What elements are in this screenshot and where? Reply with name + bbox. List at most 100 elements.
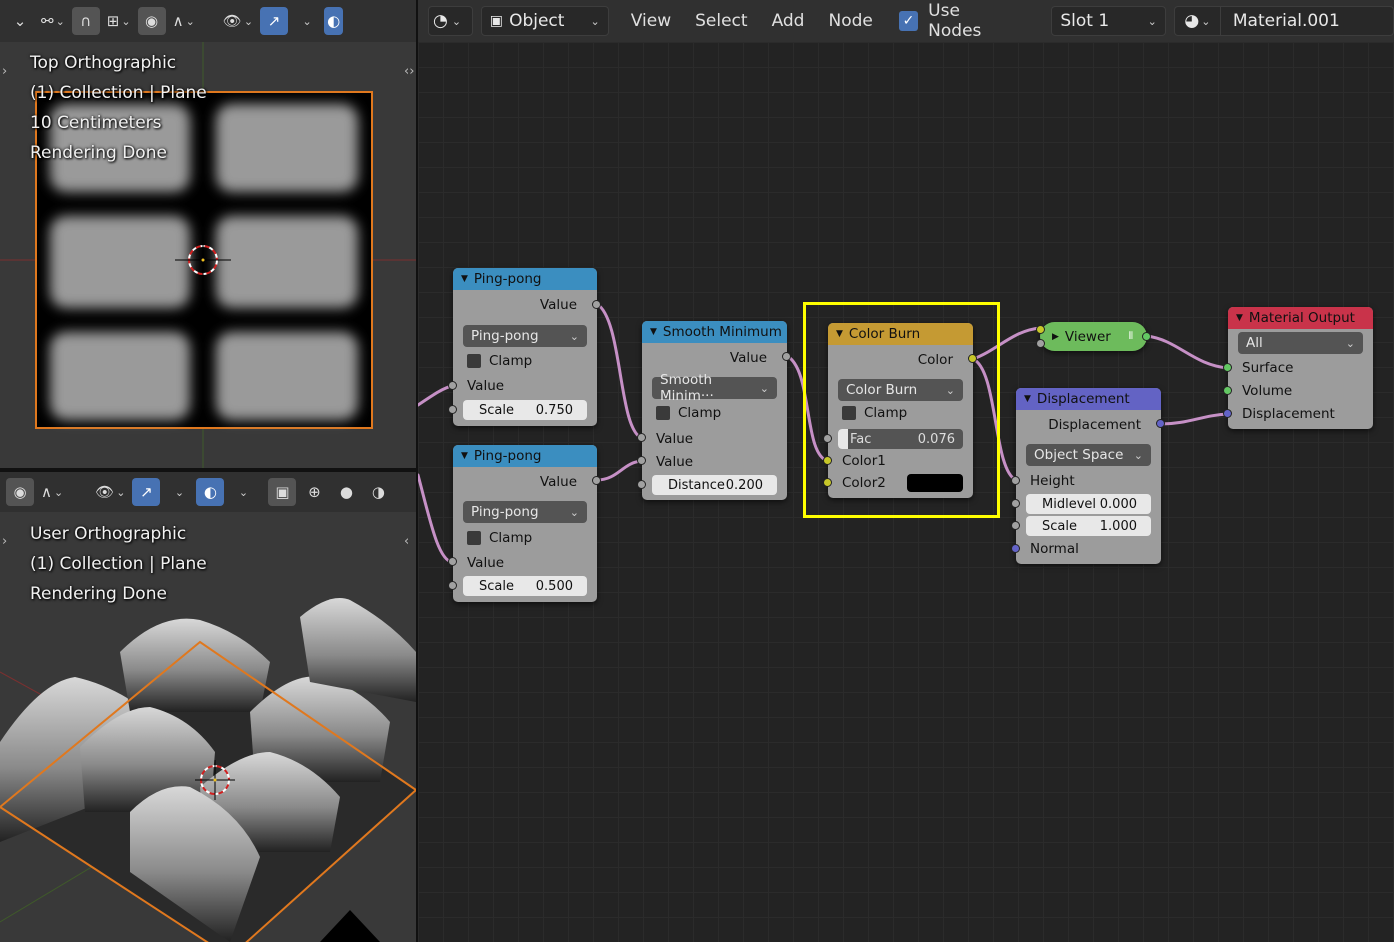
input-socket-row: Surface bbox=[1228, 357, 1373, 379]
input-socket[interactable] bbox=[1011, 544, 1020, 553]
clamp-row[interactable]: Clamp bbox=[453, 350, 597, 372]
clamp-checkbox[interactable] bbox=[842, 406, 856, 420]
top-viewport[interactable]: ⌄ ⚯ ⌄ ∩ ⊞ ⌄ ◉ ∧ ⌄ 👁 ⌄ ↗ ⌄ ◐ › ‹› Top Ort… bbox=[0, 0, 416, 468]
output-socket[interactable] bbox=[592, 476, 601, 485]
input-socket[interactable] bbox=[637, 480, 646, 489]
collapse-triangle-icon[interactable]: ▼ bbox=[461, 274, 468, 284]
output-socket-row: Displacement bbox=[1016, 414, 1161, 436]
collapse-triangle-icon[interactable]: ▼ bbox=[1236, 313, 1243, 323]
input-socket[interactable] bbox=[1011, 476, 1020, 485]
gizmo-chevron-icon[interactable]: ⌄ bbox=[292, 7, 320, 35]
color2-swatch[interactable] bbox=[907, 474, 963, 492]
collapse-triangle-icon[interactable]: ▼ bbox=[836, 329, 843, 339]
output-socket[interactable] bbox=[1142, 332, 1151, 341]
node-title: Smooth Minimum bbox=[662, 324, 782, 340]
operation-dropdown[interactable]: Smooth Minim··· ⌄ bbox=[652, 372, 777, 404]
operation-dropdown[interactable]: Ping-pong ⌄ bbox=[463, 325, 587, 347]
visibility-eye-icon[interactable]: 👁 ⌄ bbox=[92, 478, 128, 506]
node-header[interactable]: ▼ Displacement bbox=[1016, 388, 1161, 410]
material-shading-icon[interactable]: ◑ bbox=[364, 478, 392, 506]
node-ping-pong-1[interactable]: ▼ Ping-pong Value Ping-pong ⌄ Clamp Value … bbox=[448, 268, 601, 426]
node-header[interactable]: ▼ Smooth Minimum bbox=[642, 321, 787, 343]
input-socket[interactable] bbox=[448, 581, 457, 590]
collapse-triangle-icon[interactable]: ▼ bbox=[461, 451, 468, 461]
visibility-eye-icon[interactable]: 👁 ⌄ bbox=[220, 7, 256, 35]
output-socket[interactable] bbox=[592, 300, 601, 309]
node-material-output[interactable]: ▼ Material Output All ⌄ Surface Volume Dis… bbox=[1223, 307, 1373, 429]
input-socket-row: Color2 bbox=[828, 472, 973, 494]
space-dropdown[interactable]: Object Space ⌄ bbox=[1026, 444, 1151, 466]
clamp-checkbox[interactable] bbox=[656, 406, 670, 420]
node-header[interactable]: ▼ Ping-pong bbox=[453, 445, 597, 467]
gizmo-icon[interactable]: ↗ bbox=[260, 7, 289, 35]
scale-field[interactable]: Scale 0.500 bbox=[463, 576, 587, 596]
operation-dropdown[interactable]: Ping-pong ⌄ bbox=[463, 501, 587, 523]
area-divider[interactable] bbox=[416, 0, 418, 942]
collapse-triangle-icon[interactable]: ▼ bbox=[1024, 394, 1031, 404]
distance-field[interactable]: Distance 0.200 bbox=[652, 475, 777, 495]
input-socket[interactable] bbox=[1011, 499, 1020, 508]
input-socket[interactable] bbox=[1223, 386, 1232, 395]
gizmo-icon[interactable]: ↗ bbox=[132, 478, 161, 506]
bottom-viewport[interactable]: ◉ ∧ ⌄ 👁 ⌄ ↗ ⌄ ◐ ⌄ ▣ ⊕ ● ◑ › ‹ User Ortho… bbox=[0, 472, 416, 942]
overlay-icon[interactable]: ◐ bbox=[324, 7, 344, 35]
falloff-icon[interactable]: ∧ ⌄ bbox=[38, 478, 66, 506]
input-socket[interactable] bbox=[1036, 325, 1045, 334]
node-header[interactable]: ▼ Color Burn bbox=[828, 323, 973, 345]
input-socket[interactable] bbox=[1223, 363, 1232, 372]
node-displacement[interactable]: ▼ Displacement Displacement Object Space ⌄… bbox=[1011, 388, 1165, 564]
node-viewer[interactable]: ▶ Viewer ⫴ bbox=[1036, 322, 1151, 351]
blend-mode-dropdown[interactable]: Color Burn ⌄ bbox=[838, 379, 963, 401]
input-socket[interactable] bbox=[1036, 339, 1045, 348]
wireframe-shading-icon[interactable]: ⊕ bbox=[300, 478, 328, 506]
clamp-row[interactable]: Clamp bbox=[828, 402, 973, 424]
midlevel-field[interactable]: Midlevel 0.000 bbox=[1026, 494, 1151, 514]
clamp-row[interactable]: Clamp bbox=[453, 527, 597, 549]
input-socket[interactable] bbox=[1011, 521, 1020, 530]
grid-icon[interactable]: ⊞ ⌄ bbox=[104, 7, 134, 35]
bottom-viewport-header: ◉ ∧ ⌄ 👁 ⌄ ↗ ⌄ ◐ ⌄ ▣ ⊕ ● ◑ bbox=[0, 472, 416, 512]
clamp-checkbox[interactable] bbox=[467, 354, 481, 368]
pivot-icon[interactable]: ◉ bbox=[137, 7, 166, 35]
expand-triangle-icon[interactable]: ▶ bbox=[1052, 332, 1059, 342]
clamp-checkbox[interactable] bbox=[467, 531, 481, 545]
collapse-triangle-icon[interactable]: ▼ bbox=[650, 327, 657, 337]
area-divider[interactable] bbox=[0, 468, 416, 472]
output-socket[interactable] bbox=[968, 354, 977, 363]
node-header[interactable]: ▼ Material Output bbox=[1228, 307, 1373, 329]
clamp-row[interactable]: Clamp bbox=[642, 402, 787, 424]
viewer-handle-icon: ⫴ bbox=[1128, 331, 1133, 342]
input-socket[interactable] bbox=[823, 478, 832, 487]
solid-shading-icon[interactable]: ● bbox=[332, 478, 360, 506]
input-socket[interactable] bbox=[637, 433, 646, 442]
overlay-chevron-icon[interactable]: ⌄ bbox=[228, 478, 256, 506]
input-socket[interactable] bbox=[823, 434, 832, 443]
input-socket[interactable] bbox=[448, 381, 457, 390]
target-dropdown[interactable]: All ⌄ bbox=[1238, 332, 1363, 354]
fac-slider[interactable]: Fac 0.076 bbox=[838, 429, 963, 449]
gizmo-chevron-icon[interactable]: ⌄ bbox=[164, 478, 192, 506]
node-ping-pong-2[interactable]: ▼ Ping-pong Value Ping-pong ⌄ Clamp Value … bbox=[448, 445, 601, 602]
node-smooth-minimum[interactable]: ▼ Smooth Minimum Value Smooth Minim··· ⌄ C… bbox=[637, 321, 791, 500]
overlay-icon[interactable]: ◐ bbox=[196, 478, 225, 506]
input-socket[interactable] bbox=[1223, 409, 1232, 418]
output-socket-row: Value bbox=[453, 294, 597, 316]
input-socket[interactable] bbox=[637, 456, 646, 465]
input-socket[interactable] bbox=[448, 405, 457, 414]
pivot-icon[interactable]: ◉ bbox=[6, 478, 34, 506]
output-socket[interactable] bbox=[1156, 419, 1165, 428]
shader-node-editor[interactable]: ◔ ⌄ ▣ Object ⌄ View Select Add Node ✓ Use… bbox=[418, 0, 1394, 942]
link-icon[interactable]: ⚯ ⌄ bbox=[38, 7, 68, 35]
input-socket[interactable] bbox=[448, 557, 457, 566]
output-socket[interactable] bbox=[782, 352, 791, 361]
view-menu-chevron-icon[interactable]: ⌄ bbox=[6, 7, 34, 35]
input-socket[interactable] bbox=[823, 456, 832, 465]
node-title: Viewer bbox=[1064, 328, 1111, 345]
node-header[interactable]: ▼ Ping-pong bbox=[453, 268, 597, 290]
xray-icon[interactable]: ▣ bbox=[268, 478, 297, 506]
node-color-burn[interactable]: ▼ Color Burn Color Color Burn ⌄ Clamp Fac … bbox=[823, 323, 977, 498]
falloff-icon[interactable]: ∧ ⌄ bbox=[170, 7, 198, 35]
scale-field[interactable]: Scale 1.000 bbox=[1026, 516, 1151, 536]
scale-field[interactable]: Scale 0.750 bbox=[463, 400, 587, 420]
snap-magnet-icon[interactable]: ∩ bbox=[71, 7, 100, 35]
